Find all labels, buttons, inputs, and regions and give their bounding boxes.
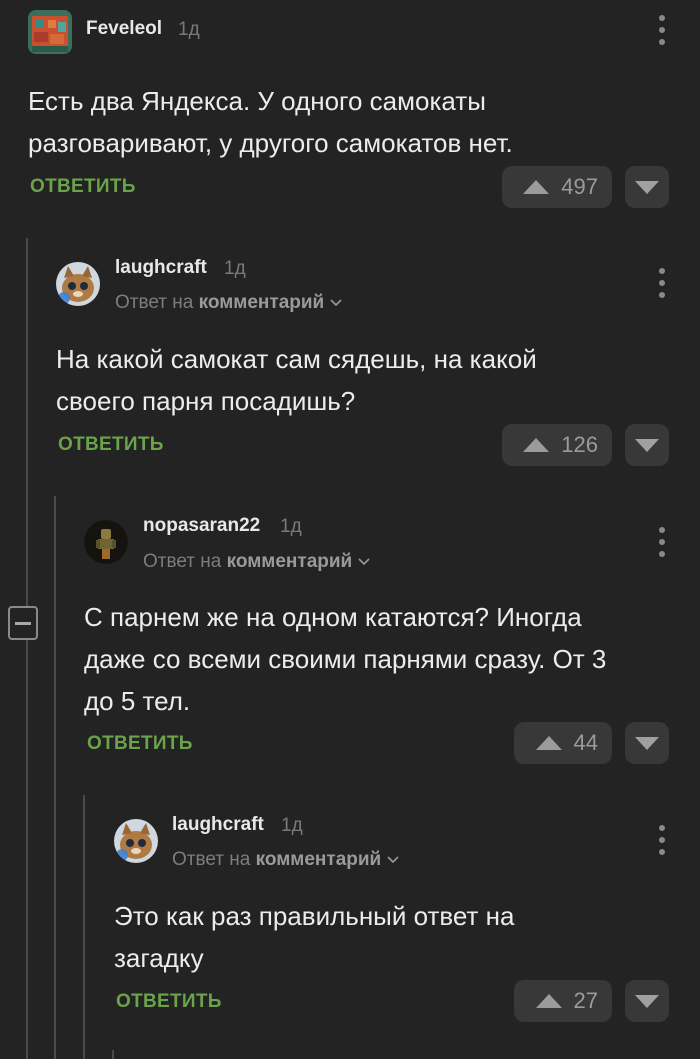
reply-button[interactable]: ОТВЕТИТЬ [116, 991, 222, 1013]
comment-age: 1д [281, 815, 303, 836]
reply-to-link[interactable]: Ответ на комментарий [172, 849, 399, 871]
downvote-button[interactable] [625, 980, 669, 1022]
chevron-down-icon[interactable] [387, 856, 399, 864]
comment-text: Это как раз правильный ответ на загадку [114, 901, 515, 973]
comment: laughcraft 1д Ответ на комментарий Это к… [0, 0, 700, 1059]
upvote-button[interactable]: 27 [514, 980, 612, 1022]
comments-thread: Feveleol 1д Есть два Яндекса. У одного с… [0, 0, 700, 1059]
reply-target[interactable]: комментарий [256, 849, 382, 870]
author-name[interactable]: laughcraft [172, 814, 264, 836]
reply-prefix: Ответ на [172, 849, 251, 870]
triangle-up-icon [535, 994, 562, 1008]
avatar[interactable] [114, 819, 158, 863]
triangle-down-icon [635, 994, 659, 1008]
rating-value: 27 [573, 988, 598, 1013]
more-vertical-icon[interactable] [657, 825, 667, 855]
